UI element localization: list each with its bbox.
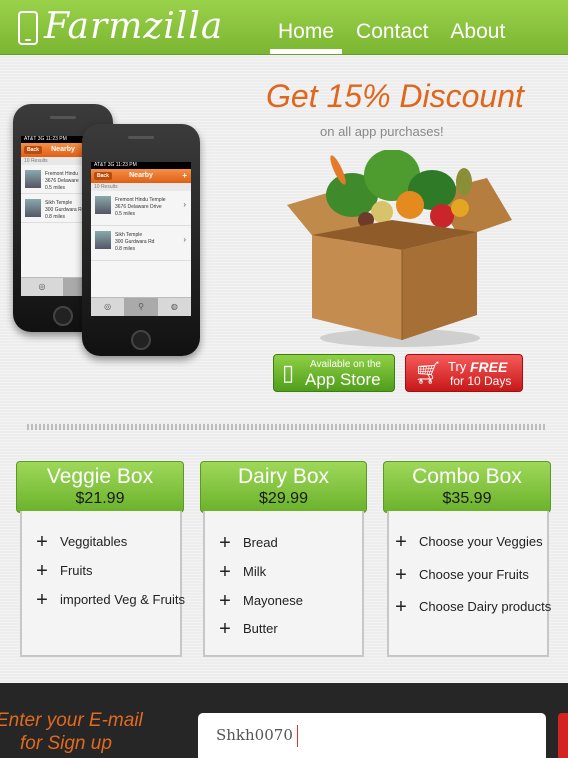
list-item: + Milk: [215, 561, 266, 584]
list-item: + Veggitables: [32, 531, 127, 554]
phone-icon: ▯: [282, 360, 295, 385]
plus-icon: +: [395, 531, 407, 553]
plus-icon: +: [36, 531, 48, 553]
phone-logo-icon: [18, 11, 38, 45]
app-store-label: App Store: [305, 370, 381, 389]
plus-icon: +: [36, 560, 48, 582]
plan-header[interactable]: Combo Box $35.99: [383, 461, 551, 513]
plus-icon: +: [219, 561, 231, 583]
plus-icon: +: [219, 618, 231, 640]
list-item: + Butter: [215, 618, 278, 641]
row-title: Sikh Temple: [115, 232, 143, 238]
temple-thumbnail: [95, 231, 111, 249]
plan-name: Veggie Box: [46, 465, 154, 488]
row-title: Fremont Hindu: [45, 171, 79, 177]
plan-price: $35.99: [442, 490, 492, 507]
temple-thumbnail: [95, 196, 111, 214]
list-item: + Mayonese: [215, 590, 303, 613]
plus-icon: +: [219, 532, 231, 554]
email-field-value: Shkh0070: [216, 726, 293, 744]
row-title: Fremont Hindu Temple: [115, 197, 166, 203]
row-distance: 0.8 miles: [45, 214, 66, 220]
locate-icon: ◎: [104, 302, 112, 311]
logo-text[interactable]: Farmzilla: [44, 6, 223, 47]
temple-thumbnail: [25, 199, 41, 217]
list-item: + Choose your Fruits: [391, 564, 529, 587]
phone-mockup-front: AT&T 3G 11:23 PM Back Nearby + 10 Result…: [82, 124, 200, 356]
signup-label-line2: for Sign up: [20, 733, 112, 754]
list-item: + Fruits: [32, 560, 92, 583]
phone-status-bar: AT&T 3G 11:23 PM: [91, 162, 191, 169]
row-distance: 0.5 miles: [115, 211, 136, 217]
discount-subtitle: on all app purchases!: [320, 124, 444, 139]
plan-features: + Choose your Veggies + Choose your Fruits…: [387, 511, 551, 657]
chevron-right-icon: ›: [183, 235, 186, 244]
chevron-right-icon: ›: [183, 200, 186, 209]
phone-nav-bar: Back Nearby +: [91, 169, 191, 183]
header-bar: Farmzilla Home Contact About: [0, 0, 568, 55]
nav-contact[interactable]: Contact: [348, 0, 436, 54]
text-caret: [296, 725, 298, 747]
plus-icon: +: [219, 590, 231, 612]
plan-price: $29.99: [259, 490, 308, 507]
list-item: + Choose your Veggies: [391, 531, 542, 554]
phone-screen-front: AT&T 3G 11:23 PM Back Nearby + 10 Result…: [91, 162, 191, 316]
plan-name: Combo Box: [412, 465, 522, 488]
email-field[interactable]: Shkh0070: [198, 713, 546, 758]
vegetable-box-illustration: [287, 150, 512, 347]
shopping-cart-icon: 🛒︎: [414, 360, 442, 385]
phone-back-button: Back: [24, 146, 42, 154]
phone-home-button: [131, 330, 151, 350]
signup-submit-button[interactable]: [558, 713, 568, 758]
signup-label-line1: Enter your E-mail: [0, 710, 143, 731]
plan-header[interactable]: Veggie Box $21.99: [16, 461, 184, 513]
row-address: 3676 Delaware: [45, 178, 79, 184]
discount-headline: Get 15% Discount: [266, 78, 524, 114]
list-item: Fremont Hindu Temple 3676 Delaware Drive 0…: [91, 191, 191, 226]
phone-nav-title: Nearby: [129, 172, 153, 179]
list-item: + imported Veg & Fruits: [32, 589, 185, 612]
row-distance: 0.5 miles: [45, 185, 66, 191]
free-text: FREE: [470, 359, 508, 375]
try-text: Try: [448, 359, 467, 374]
plan-header[interactable]: Dairy Box $29.99: [200, 461, 367, 513]
plan-price: $21.99: [75, 490, 125, 507]
list-item: + Bread: [215, 532, 278, 555]
plan-name: Dairy Box: [237, 465, 330, 488]
app-store-button[interactable]: ▯ Available on the App Store: [273, 354, 395, 392]
app-store-small-text: Available on the: [310, 359, 381, 370]
phone-speaker: [128, 136, 154, 139]
row-address: 300 Gurdwara Rd: [45, 207, 85, 213]
phone-nav-title: Nearby: [51, 146, 75, 153]
nav-home[interactable]: Home: [270, 0, 343, 54]
plus-icon: +: [395, 564, 407, 586]
section-divider: [27, 424, 545, 430]
try-free-button[interactable]: 🛒︎ Try FREE for 10 Days: [405, 354, 523, 392]
row-address: 3676 Delaware Drive: [115, 204, 162, 210]
phone-results-count: 10 Results: [91, 183, 191, 191]
plus-icon: +: [36, 589, 48, 611]
globe-icon: ◍: [170, 302, 178, 311]
plan-features: + Veggitables + Fruits + imported Veg & Fru…: [20, 511, 185, 657]
free-days-text: for 10 Days: [450, 374, 512, 388]
signup-footer: Enter your E-mail for Sign up Shkh0070: [0, 683, 568, 758]
nav-about[interactable]: About: [442, 0, 513, 54]
search-icon: ⚲: [124, 298, 158, 316]
row-distance: 0.8 miles: [115, 246, 136, 252]
signup-label: Enter your E-mail for Sign up: [0, 709, 143, 755]
phone-add-button: +: [182, 171, 187, 180]
plan-features: + Bread + Milk + Mayonese + Butter: [203, 511, 364, 657]
phone-speaker: [50, 116, 76, 119]
list-item: Sikh Temple 300 Gurdwara Rd 0.8 miles ›: [91, 226, 191, 261]
list-item: + Choose Dairy products: [391, 596, 551, 619]
phone-tab-bar: ◎ ⚲ ◍: [91, 297, 191, 316]
locate-icon: ◎: [38, 282, 46, 291]
main-nav: Home Contact About: [270, 0, 519, 54]
row-title: Sikh Temple: [45, 200, 73, 206]
row-address: 300 Gurdwara Rd: [115, 239, 155, 245]
phone-home-button: [53, 306, 73, 326]
phone-back-button: Back: [94, 172, 112, 180]
temple-thumbnail: [25, 170, 41, 188]
plus-icon: +: [395, 596, 407, 618]
